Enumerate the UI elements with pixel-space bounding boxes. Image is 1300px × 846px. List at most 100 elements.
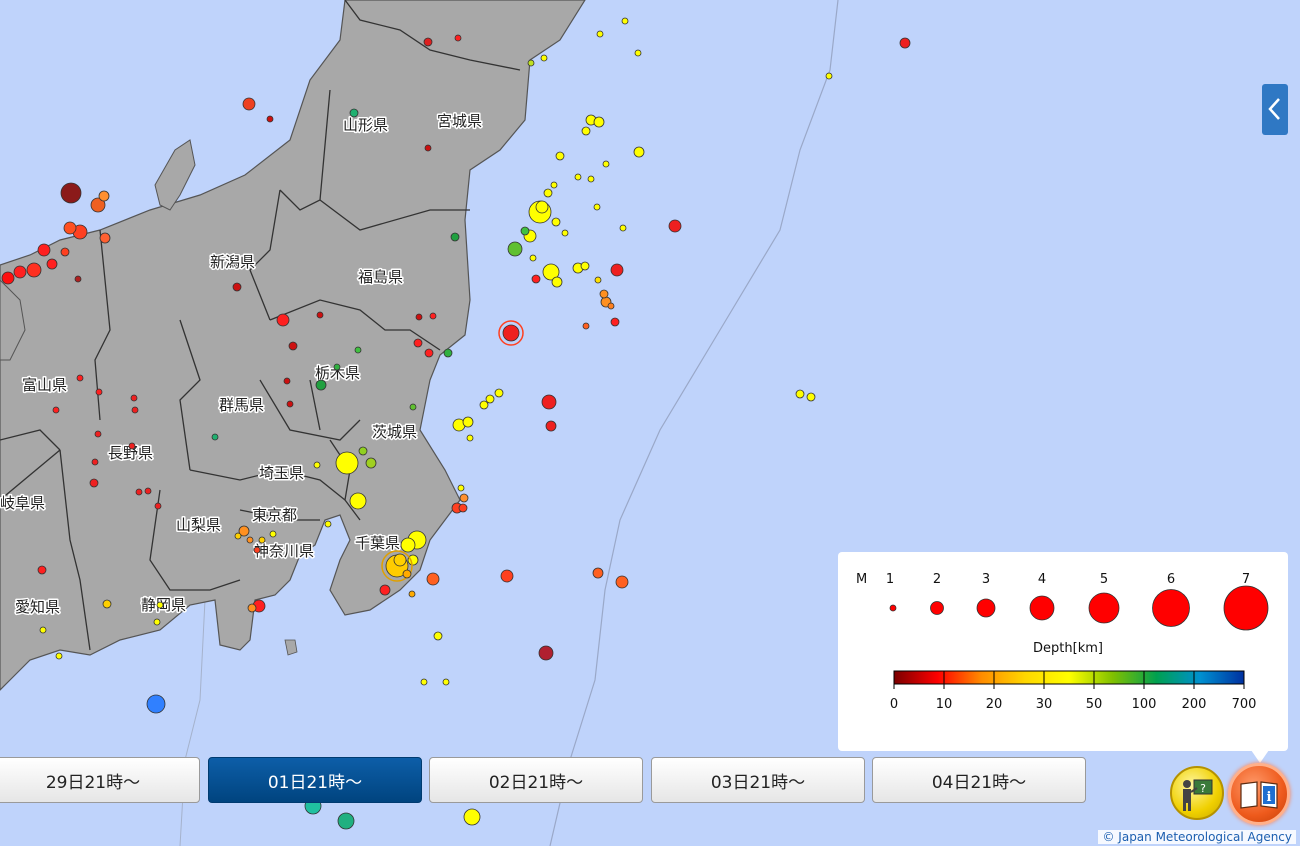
quake-marker[interactable] — [520, 226, 530, 236]
quake-marker[interactable] — [551, 276, 563, 288]
quake-marker[interactable] — [479, 400, 489, 410]
tab-day-29[interactable]: 29日21時～ — [0, 757, 200, 803]
quake-marker[interactable] — [619, 224, 627, 232]
quake-marker[interactable] — [423, 37, 433, 47]
quake-marker[interactable] — [535, 200, 549, 214]
quake-marker[interactable] — [232, 282, 242, 292]
quake-marker[interactable] — [102, 599, 112, 609]
quake-marker[interactable] — [52, 406, 60, 414]
quake-marker[interactable] — [795, 389, 805, 399]
quake-marker[interactable] — [37, 565, 47, 575]
quake-marker[interactable] — [55, 652, 63, 660]
quake-marker[interactable] — [541, 394, 557, 410]
quake-marker[interactable] — [899, 37, 911, 49]
tab-day-04[interactable]: 04日21時～ — [872, 757, 1086, 803]
quake-marker[interactable] — [89, 478, 99, 488]
quake-marker[interactable] — [333, 363, 341, 371]
quake-marker[interactable] — [144, 487, 152, 495]
quake-marker[interactable] — [135, 488, 143, 496]
quake-marker[interactable] — [39, 626, 47, 634]
quake-marker[interactable] — [610, 263, 624, 277]
quake-marker[interactable] — [269, 530, 277, 538]
quake-marker[interactable] — [621, 17, 629, 25]
quake-marker[interactable] — [99, 232, 111, 244]
quake-marker[interactable] — [315, 379, 327, 391]
quake-marker[interactable] — [130, 394, 138, 402]
quake-marker[interactable] — [551, 217, 561, 227]
quake-marker[interactable] — [587, 175, 595, 183]
quake-marker[interactable] — [146, 694, 166, 714]
quake-marker[interactable] — [462, 416, 474, 428]
quake-marker[interactable] — [258, 536, 266, 544]
quake-marker[interactable] — [253, 546, 261, 554]
quake-marker[interactable] — [246, 536, 254, 544]
quake-marker[interactable] — [234, 532, 242, 540]
quake-marker[interactable] — [316, 311, 324, 319]
quake-marker[interactable] — [599, 289, 609, 299]
quake-marker[interactable] — [825, 72, 833, 80]
quake-marker[interactable] — [413, 338, 423, 348]
quake-marker[interactable] — [593, 116, 605, 128]
quake-marker[interactable] — [466, 434, 474, 442]
quake-marker[interactable] — [580, 261, 590, 271]
quake-marker[interactable] — [426, 572, 440, 586]
quake-marker[interactable] — [76, 374, 84, 382]
quake-marker[interactable] — [402, 569, 412, 579]
quake-marker[interactable] — [288, 341, 298, 351]
info-button[interactable]: i — [1228, 763, 1290, 825]
tab-day-02[interactable]: 02日21時～ — [429, 757, 643, 803]
teacher-button[interactable]: ? — [1170, 766, 1224, 820]
quake-marker[interactable] — [529, 254, 537, 262]
quake-marker[interactable] — [463, 808, 481, 826]
quake-marker[interactable] — [37, 243, 51, 257]
quake-marker[interactable] — [442, 678, 450, 686]
quake-marker[interactable] — [153, 618, 161, 626]
quake-marker[interactable] — [458, 503, 468, 513]
quake-marker[interactable] — [74, 275, 82, 283]
quake-marker[interactable] — [60, 247, 70, 257]
quake-marker[interactable] — [593, 203, 601, 211]
quake-marker[interactable] — [615, 575, 629, 589]
quake-marker[interactable] — [94, 430, 102, 438]
sidebar-toggle-button[interactable] — [1262, 84, 1288, 135]
quake-marker[interactable] — [313, 461, 321, 469]
quake-marker[interactable] — [63, 221, 77, 235]
quake-marker[interactable] — [633, 146, 645, 158]
quake-marker[interactable] — [592, 567, 604, 579]
tab-day-01[interactable]: 01日21時～ — [208, 757, 422, 803]
quake-marker[interactable] — [354, 346, 362, 354]
quake-marker[interactable] — [500, 569, 514, 583]
quake-marker[interactable] — [607, 302, 615, 310]
quake-marker[interactable] — [429, 312, 437, 320]
quake-marker[interactable] — [408, 590, 416, 598]
quake-marker[interactable] — [502, 324, 520, 342]
quake-marker[interactable] — [324, 520, 332, 528]
quake-marker[interactable] — [400, 537, 416, 553]
quake-marker[interactable] — [531, 274, 541, 284]
quake-marker[interactable] — [454, 34, 462, 42]
quake-marker[interactable] — [247, 603, 257, 613]
quake-marker[interactable] — [485, 394, 495, 404]
quake-marker[interactable] — [349, 492, 367, 510]
quake-marker[interactable] — [60, 182, 82, 204]
quake-marker[interactable] — [457, 484, 465, 492]
quake-marker[interactable] — [494, 388, 504, 398]
quake-marker[interactable] — [540, 54, 548, 62]
quake-marker[interactable] — [543, 188, 553, 198]
quake-marker[interactable] — [668, 219, 682, 233]
quake-marker[interactable] — [409, 403, 417, 411]
quake-marker[interactable] — [154, 502, 162, 510]
quake-marker[interactable] — [1, 271, 15, 285]
quake-marker[interactable] — [365, 457, 377, 469]
quake-marker[interactable] — [433, 631, 443, 641]
quake-marker[interactable] — [443, 348, 453, 358]
quake-marker[interactable] — [335, 451, 359, 475]
quake-marker[interactable] — [283, 377, 291, 385]
quake-marker[interactable] — [415, 313, 423, 321]
quake-marker[interactable] — [13, 265, 27, 279]
quake-marker[interactable] — [610, 317, 620, 327]
quake-marker[interactable] — [550, 181, 558, 189]
quake-marker[interactable] — [242, 97, 256, 111]
quake-marker[interactable] — [420, 678, 428, 686]
quake-marker[interactable] — [211, 433, 219, 441]
